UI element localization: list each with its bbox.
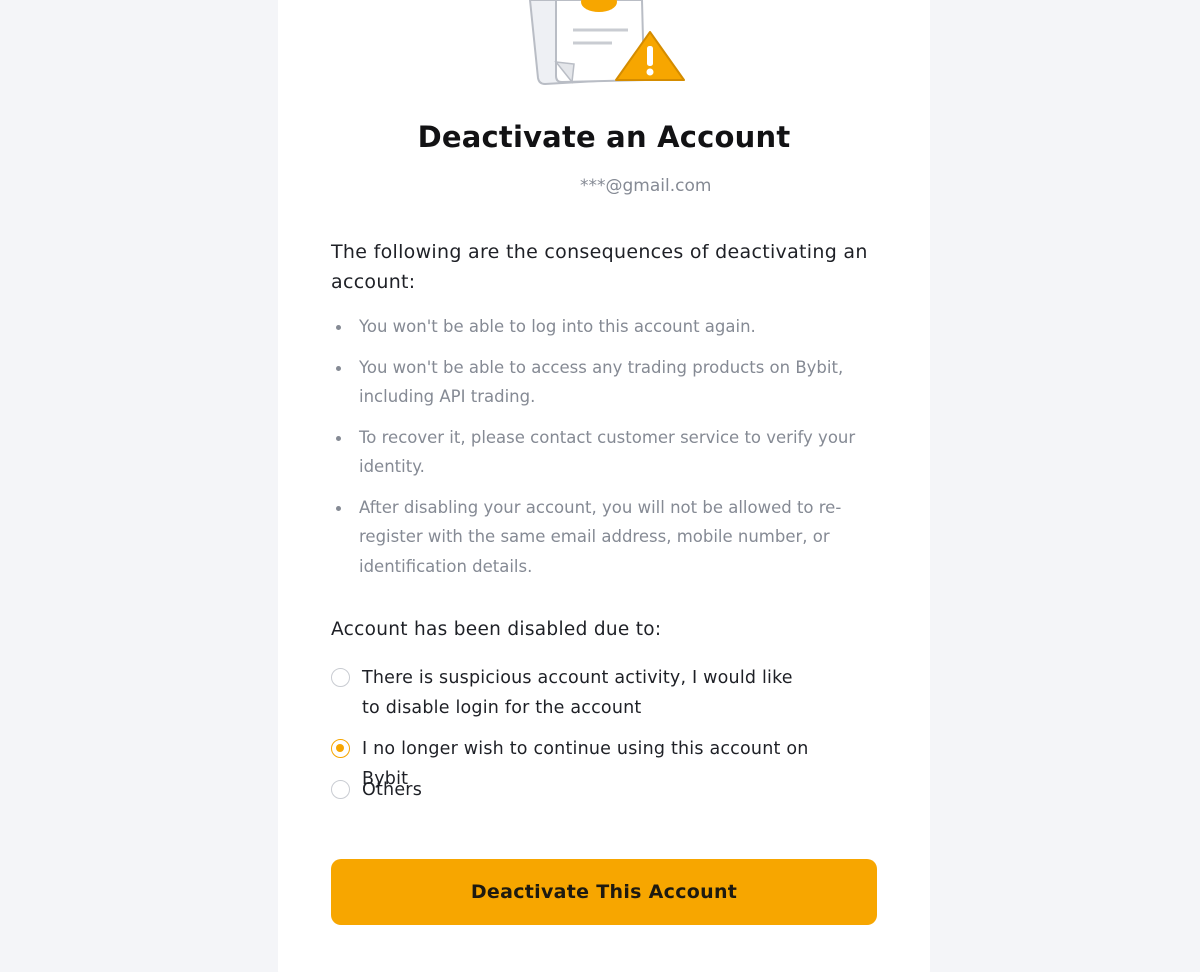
radio-button-selected[interactable] [331, 739, 350, 758]
radio-button[interactable] [331, 668, 350, 687]
list-item: To recover it, please contact customer s… [331, 423, 876, 482]
document-warning-icon [528, 0, 685, 86]
reason-option-suspicious-activity[interactable]: There is suspicious account activity, I … [331, 663, 831, 723]
bullet-icon [336, 365, 341, 371]
page-title: Deactivate an Account [417, 120, 791, 154]
reason-option-label: There is suspicious account activity, I … [362, 668, 793, 718]
radio-button[interactable] [331, 780, 350, 799]
bullet-icon [336, 325, 341, 330]
consequence-text: You won't be able to access any trading … [359, 357, 844, 407]
bullet-icon [336, 505, 341, 511]
consequence-text: To recover it, please contact customer s… [359, 427, 856, 477]
consequence-text: You won't be able to log into this accou… [359, 317, 756, 336]
reason-label: Account has been disabled due to: [331, 619, 662, 640]
consequence-text: After disabling your account, you will n… [359, 497, 842, 576]
consequences-intro: The following are the consequences of de… [331, 241, 868, 293]
list-item: You won't be able to log into this accou… [331, 312, 876, 342]
consequences-list: You won't be able to log into this accou… [331, 312, 876, 592]
reason-option-others[interactable]: Others [331, 775, 831, 805]
page: Deactivate an Account ***@gmail.com The … [0, 0, 1200, 972]
reason-option-label: Others [362, 780, 423, 800]
deactivate-account-button[interactable]: Deactivate This Account [331, 859, 877, 925]
account-email: ***@gmail.com [580, 176, 712, 196]
list-item: After disabling your account, you will n… [331, 493, 876, 582]
list-item: You won't be able to access any trading … [331, 353, 876, 412]
bullet-icon [336, 435, 341, 441]
